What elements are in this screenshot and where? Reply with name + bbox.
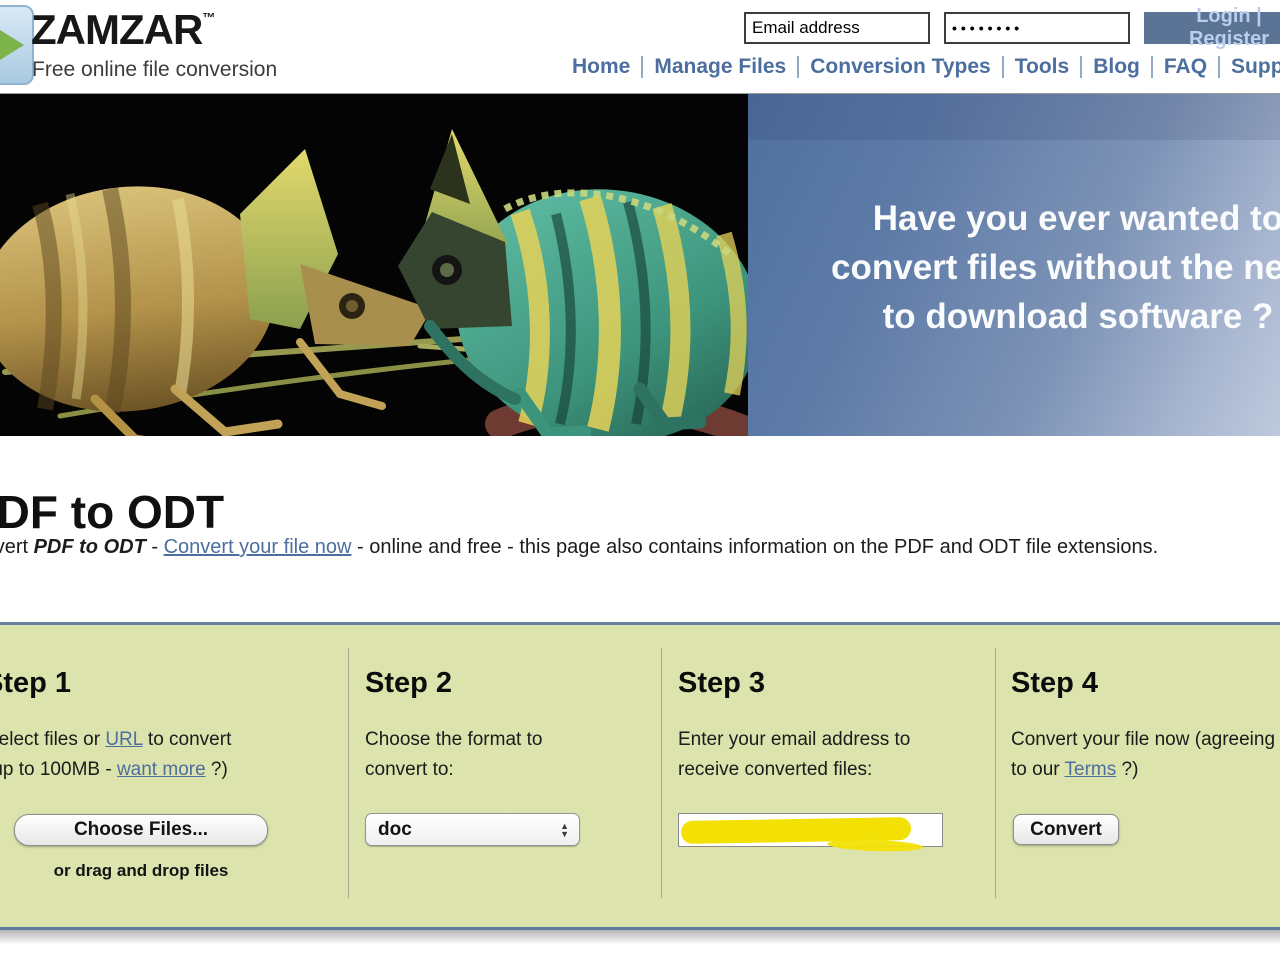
- main-nav: Home Manage Files Conversion Types Tools…: [572, 55, 1280, 79]
- url-link[interactable]: URL: [105, 729, 142, 750]
- hero-banner: Have you ever wanted to convert files wi…: [0, 94, 1280, 436]
- nav-separator: [1080, 56, 1082, 78]
- zamzar-logo-icon[interactable]: [0, 5, 34, 85]
- nav-separator: [1151, 56, 1153, 78]
- page-title: PDF to ODT: [0, 485, 224, 539]
- nav-separator: [1218, 56, 1220, 78]
- step2-title: Step 2: [365, 667, 452, 700]
- step2-text: Choose the format to convert to:: [365, 725, 542, 785]
- nav-blog[interactable]: Blog: [1093, 55, 1140, 79]
- email-input[interactable]: [744, 12, 930, 44]
- format-select-value: doc: [378, 819, 412, 841]
- nav-tools[interactable]: Tools: [1015, 55, 1069, 79]
- nav-separator: [1002, 56, 1004, 78]
- intro-pre: Convert: [0, 536, 34, 558]
- step3-text: Enter your email address to receive conv…: [678, 725, 910, 785]
- hero-text-line3: to download software ?: [758, 292, 1280, 341]
- choose-files-button[interactable]: Choose Files...: [14, 814, 268, 846]
- want-more-link[interactable]: want more: [117, 759, 206, 780]
- nav-conversion-types[interactable]: Conversion Types: [810, 55, 991, 79]
- convert-button[interactable]: Convert: [1013, 814, 1119, 845]
- step1-title: Step 1: [0, 667, 71, 700]
- nav-manage-files[interactable]: Manage Files: [654, 55, 786, 79]
- logo-arrow-icon: [0, 30, 24, 60]
- step4-text: Convert your file now (agreeing to our T…: [1011, 725, 1275, 785]
- password-input[interactable]: [944, 12, 1130, 44]
- intro-dash: -: [146, 536, 164, 558]
- intro-bold: PDF to ODT: [34, 536, 146, 558]
- hero-text-line2: convert files without the need: [758, 243, 1280, 292]
- steps-panel-shadow: [0, 930, 1280, 945]
- nav-separator: [797, 56, 799, 78]
- steps-panel: Step 1 Select files or URL to convert (u…: [0, 622, 1280, 930]
- format-select[interactable]: doc ▲ ▼: [365, 813, 580, 846]
- login-button[interactable]: Login | Register: [1144, 12, 1280, 44]
- column-divider: [995, 648, 996, 898]
- nav-faq[interactable]: FAQ: [1164, 55, 1207, 79]
- chameleons-photo: [0, 94, 748, 436]
- nav-separator: [641, 56, 643, 78]
- intro-rest: - online and free - this page also conta…: [351, 536, 1158, 558]
- brand-tagline: Free online file conversion: [32, 58, 277, 82]
- hero-text-line1: Have you ever wanted to: [758, 194, 1280, 243]
- email-field[interactable]: [678, 813, 943, 847]
- email-redaction-tail: [827, 838, 923, 852]
- brand-tm: ™: [202, 10, 215, 25]
- drag-drop-text: or drag and drop files: [0, 861, 296, 881]
- nav-home[interactable]: Home: [572, 55, 630, 79]
- nav-support[interactable]: Support: [1231, 55, 1280, 79]
- step1-text: Select files or URL to convert (up to 10…: [0, 725, 231, 785]
- select-arrows-icon: ▲ ▼: [560, 822, 569, 838]
- header: ZAMZAR™ Free online file conversion Logi…: [0, 0, 1280, 93]
- convert-your-file-now-link[interactable]: Convert your file now: [164, 536, 352, 558]
- brand-title: ZAMZAR™: [31, 6, 215, 54]
- intro-line: Convert PDF to ODT - Convert your file n…: [0, 536, 1158, 559]
- column-divider: [661, 648, 662, 898]
- hero-text: Have you ever wanted to convert files wi…: [758, 194, 1280, 341]
- terms-link[interactable]: Terms: [1065, 759, 1117, 780]
- column-divider: [348, 648, 349, 898]
- step4-title: Step 4: [1011, 667, 1098, 700]
- step3-title: Step 3: [678, 667, 765, 700]
